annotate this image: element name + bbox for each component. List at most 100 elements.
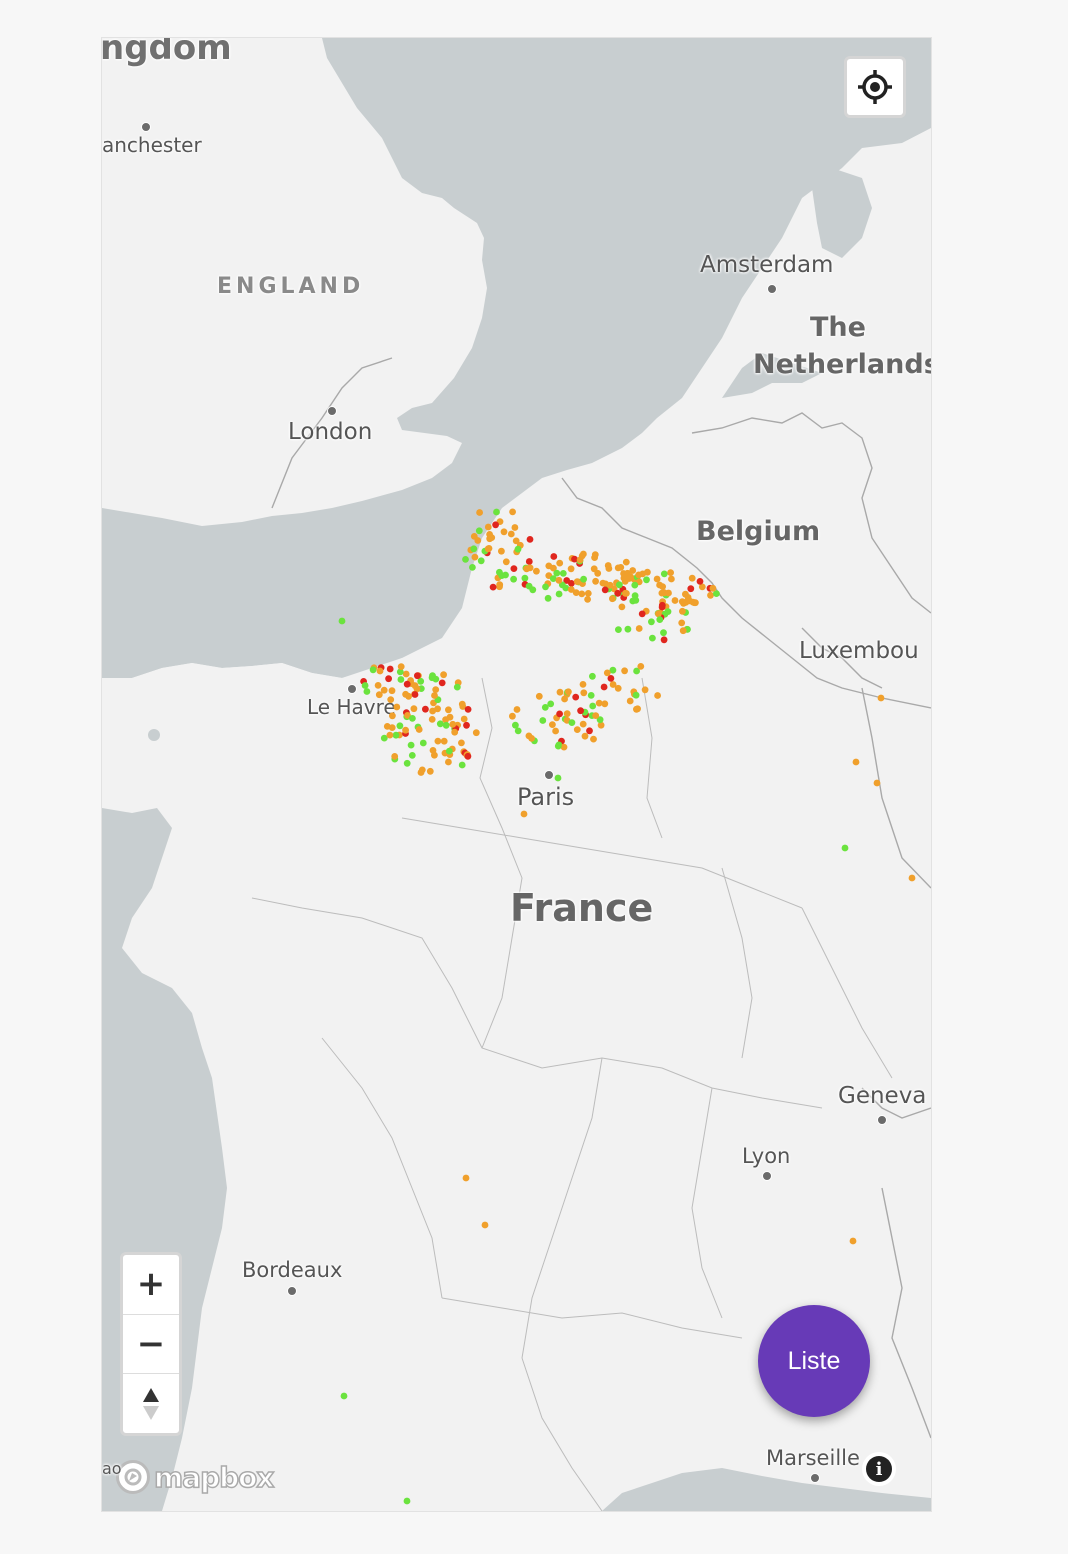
map-marker[interactable]: [606, 581, 614, 589]
map-marker[interactable]: [568, 719, 576, 726]
map-marker[interactable]: [696, 578, 704, 585]
map-marker[interactable]: [580, 575, 587, 583]
map-marker[interactable]: [369, 666, 377, 674]
map-marker[interactable]: [877, 694, 885, 702]
map-marker[interactable]: [458, 761, 466, 769]
map-marker[interactable]: [500, 528, 508, 536]
map-marker[interactable]: [393, 703, 401, 711]
map-marker[interactable]: [667, 569, 674, 576]
zoom-out-button[interactable]: −: [123, 1315, 179, 1375]
map-marker[interactable]: [545, 562, 553, 570]
map-marker[interactable]: [386, 665, 394, 673]
map-marker[interactable]: [529, 586, 537, 594]
map-marker[interactable]: [556, 559, 564, 567]
map-marker[interactable]: [361, 682, 369, 689]
map-marker[interactable]: [460, 715, 468, 723]
map-marker[interactable]: [409, 715, 416, 722]
map-marker[interactable]: [472, 729, 480, 737]
map-marker[interactable]: [528, 735, 535, 742]
map-marker[interactable]: [389, 712, 396, 720]
map-marker[interactable]: [576, 556, 584, 564]
map-marker[interactable]: [841, 844, 849, 852]
map-marker[interactable]: [445, 747, 453, 755]
map-marker[interactable]: [624, 625, 632, 633]
map-marker[interactable]: [609, 681, 617, 688]
map-marker[interactable]: [464, 706, 472, 713]
map-marker[interactable]: [387, 696, 395, 703]
map-marker[interactable]: [573, 726, 581, 733]
map-marker[interactable]: [436, 720, 444, 728]
map-marker[interactable]: [707, 591, 714, 599]
map-marker[interactable]: [653, 575, 661, 583]
map-marker[interactable]: [521, 574, 529, 582]
map-marker[interactable]: [526, 536, 534, 543]
map-marker[interactable]: [431, 692, 438, 699]
map-marker[interactable]: [690, 599, 698, 607]
map-marker[interactable]: [550, 553, 558, 560]
map-marker[interactable]: [511, 524, 519, 531]
map-marker[interactable]: [477, 557, 485, 565]
map-marker[interactable]: [419, 739, 427, 747]
map-marker[interactable]: [411, 682, 419, 690]
map-marker[interactable]: [385, 675, 392, 683]
map-marker[interactable]: [618, 603, 626, 611]
map-marker[interactable]: [592, 712, 600, 719]
map-marker[interactable]: [581, 732, 589, 740]
map-marker[interactable]: [489, 583, 497, 591]
map-marker[interactable]: [635, 625, 643, 632]
map-marker[interactable]: [644, 568, 651, 576]
map-marker[interactable]: [709, 584, 717, 592]
map-marker[interactable]: [668, 575, 675, 583]
map-marker[interactable]: [428, 716, 436, 723]
map-marker[interactable]: [584, 590, 592, 597]
map-container[interactable]: ngdom anchester ENGLAND London Amsterdam…: [101, 37, 932, 1512]
map-marker[interactable]: [615, 626, 622, 633]
map-marker[interactable]: [462, 556, 469, 563]
map-marker[interactable]: [388, 687, 396, 695]
map-marker[interactable]: [484, 523, 492, 531]
map-marker[interactable]: [622, 558, 630, 566]
map-marker[interactable]: [458, 700, 466, 708]
map-marker[interactable]: [470, 545, 478, 553]
map-marker[interactable]: [621, 667, 628, 675]
map-marker[interactable]: [510, 575, 517, 583]
map-marker[interactable]: [507, 530, 515, 538]
map-marker[interactable]: [403, 680, 411, 688]
map-marker[interactable]: [577, 707, 584, 715]
map-marker[interactable]: [397, 663, 405, 670]
map-marker[interactable]: [664, 608, 672, 615]
map-marker[interactable]: [556, 710, 563, 718]
map-marker[interactable]: [535, 692, 543, 700]
map-marker[interactable]: [679, 627, 687, 635]
map-marker[interactable]: [475, 527, 483, 535]
map-marker[interactable]: [873, 779, 881, 787]
map-marker[interactable]: [431, 751, 438, 759]
zoom-in-button[interactable]: +: [123, 1255, 179, 1315]
map-marker[interactable]: [617, 564, 625, 571]
map-marker[interactable]: [561, 695, 568, 703]
map-marker[interactable]: [656, 616, 664, 623]
map-marker[interactable]: [622, 589, 629, 597]
compass-button[interactable]: [123, 1374, 179, 1433]
map-marker[interactable]: [464, 752, 472, 760]
map-marker[interactable]: [462, 1174, 470, 1182]
map-marker[interactable]: [476, 509, 483, 516]
map-marker[interactable]: [555, 576, 563, 584]
map-marker[interactable]: [509, 508, 516, 516]
map-marker[interactable]: [432, 675, 440, 683]
map-marker[interactable]: [595, 699, 603, 707]
map-marker[interactable]: [631, 581, 639, 589]
map-marker[interactable]: [440, 737, 448, 745]
map-marker[interactable]: [514, 545, 522, 553]
map-marker[interactable]: [660, 636, 668, 644]
map-marker[interactable]: [590, 735, 597, 743]
map-marker[interactable]: [474, 537, 482, 544]
map-marker[interactable]: [591, 554, 598, 561]
map-marker[interactable]: [451, 728, 459, 736]
map-marker[interactable]: [513, 706, 521, 713]
map-marker[interactable]: [493, 508, 500, 516]
map-marker[interactable]: [502, 558, 510, 566]
map-marker[interactable]: [514, 727, 522, 735]
map-marker[interactable]: [654, 692, 661, 699]
map-marker[interactable]: [363, 688, 371, 695]
